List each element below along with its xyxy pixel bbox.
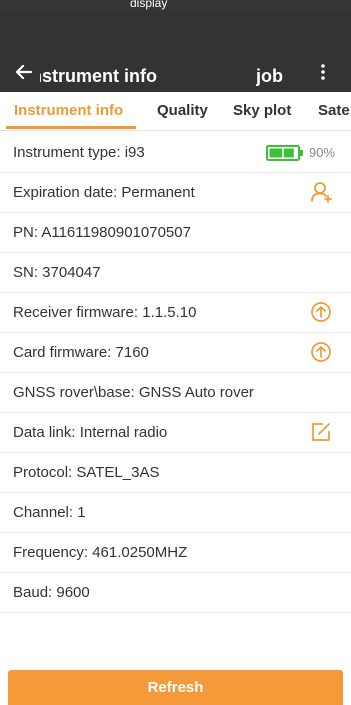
battery-icon	[266, 145, 303, 161]
tab-satellite[interactable]: Sate	[318, 102, 350, 120]
tab-sky-plot[interactable]: Sky plot	[233, 102, 291, 120]
upgrade-icon[interactable]	[310, 341, 332, 363]
tab-quality[interactable]: Quality	[157, 102, 208, 120]
sn-label: SN: 3704047	[13, 264, 101, 281]
row-card-firmware: Card firmware: 7160	[0, 333, 351, 373]
job-button[interactable]: job	[256, 65, 294, 87]
active-tab-indicator	[6, 126, 136, 129]
data-link-label: Data link: Internal radio	[13, 424, 168, 441]
protocol-label: Protocol: SATEL_3AS	[13, 464, 160, 481]
row-expiration-date: Expiration date: Permanent	[0, 173, 351, 213]
pn-label: PN: A11611980901070507	[13, 224, 191, 241]
card-firmware-label: Card firmware: 7160	[13, 344, 149, 361]
row-receiver-firmware: Receiver firmware: 1.1.5.10	[0, 293, 351, 333]
arrow-left-icon[interactable]	[14, 62, 34, 82]
row-frequency: Frequency: 461.0250MHZ	[0, 533, 351, 573]
battery-fill	[269, 148, 294, 158]
row-gnss-mode: GNSS rover\base: GNSS Auto rover	[0, 373, 351, 413]
upgrade-icon[interactable]	[310, 301, 332, 323]
row-pn: PN: A11611980901070507	[0, 213, 351, 253]
refresh-button[interactable]: Refresh	[8, 670, 343, 705]
status-text: display	[130, 0, 168, 10]
channel-label: Channel: 1	[13, 504, 86, 521]
add-user-icon[interactable]	[310, 181, 332, 203]
battery-percent: 90%	[309, 145, 336, 160]
page-title: Instrument info	[40, 65, 200, 87]
gnss-mode-label: GNSS rover\base: GNSS Auto rover	[13, 384, 254, 401]
status-bar: display	[0, 0, 351, 10]
page-title-text: Instrument info	[40, 66, 157, 86]
edit-icon[interactable]	[310, 421, 332, 443]
tab-instrument-info[interactable]: Instrument info	[14, 102, 123, 120]
row-baud: Baud: 9600	[0, 573, 351, 613]
expiration-date-label: Expiration date: Permanent	[13, 184, 195, 201]
baud-label: Baud: 9600	[13, 584, 90, 601]
vertical-dots-icon[interactable]	[313, 62, 333, 82]
row-protocol: Protocol: SATEL_3AS	[0, 453, 351, 493]
instrument-type-label: Instrument type: i93	[13, 144, 145, 161]
row-instrument-type: Instrument type: i93 90%	[0, 133, 351, 173]
row-data-link: Data link: Internal radio	[0, 413, 351, 453]
row-channel: Channel: 1	[0, 493, 351, 533]
frequency-label: Frequency: 461.0250MHZ	[13, 544, 188, 561]
receiver-firmware-label: Receiver firmware: 1.1.5.10	[13, 304, 197, 321]
row-sn: SN: 3704047	[0, 253, 351, 293]
tab-bar: Instrument info Quality Sky plot Sate	[0, 92, 351, 131]
app-bar: Instrument info job	[0, 10, 351, 92]
